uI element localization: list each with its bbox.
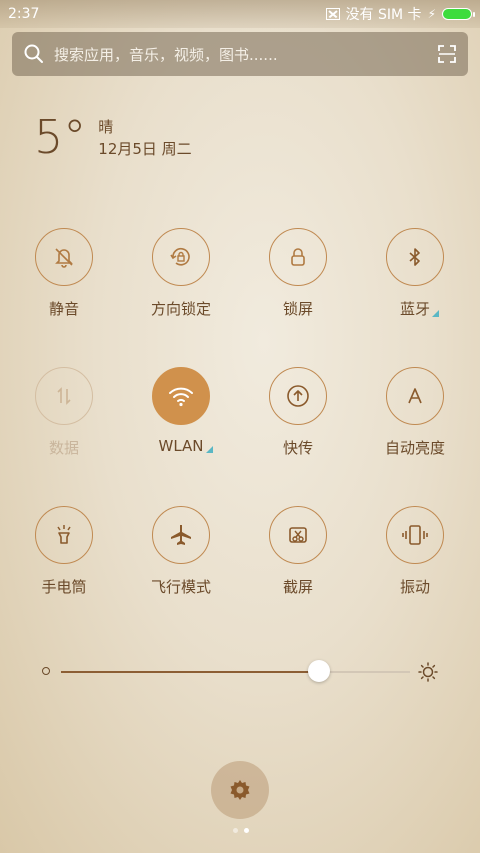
toggle-auto-brightness[interactable]: 自动亮度 (355, 367, 475, 458)
toggle-mute-button[interactable] (35, 228, 93, 286)
toggle-mobile-data-label: 数据 (48, 439, 79, 457)
toggle-quick-transfer-button[interactable] (269, 367, 327, 425)
toggle-mute-label: 静音 (48, 300, 79, 318)
temperature: 5° (34, 110, 87, 164)
toggle-lock-screen[interactable]: 锁屏 (238, 228, 358, 319)
scan-icon[interactable] (438, 45, 456, 63)
toggle-flashlight-button[interactable] (35, 506, 93, 564)
toggle-vibrate[interactable]: 振动 (355, 506, 475, 597)
toggle-screenshot[interactable]: 截屏 (238, 506, 358, 597)
brightness-track-fill (61, 671, 319, 673)
toggle-lock-screen-button[interactable] (269, 228, 327, 286)
no-sim-icon (325, 8, 340, 20)
mobile-data-icon (57, 387, 71, 405)
brightness-slider-handle[interactable] (308, 660, 330, 682)
page-indicator (233, 828, 249, 833)
auto-brightness-icon (408, 388, 422, 404)
toggle-rotation-lock-button[interactable] (152, 228, 210, 286)
toggle-mobile-data-button[interactable] (35, 367, 93, 425)
toggle-vibrate-button[interactable] (386, 506, 444, 564)
toggle-wlan-label: WLAN (158, 437, 213, 455)
battery-icon (442, 8, 475, 20)
page-dot (233, 828, 238, 833)
status-icons: 没有 SIM 卡 ⚡ (325, 4, 475, 24)
lock-icon (291, 248, 305, 266)
gear-icon (230, 780, 250, 800)
bluetooth-label-text: 蓝牙 (399, 300, 430, 318)
toggle-airplane-mode-button[interactable] (152, 506, 210, 564)
search-input[interactable]: 搜索应用，音乐，视频，图书...... (54, 44, 438, 65)
rotation-lock-icon (170, 247, 190, 266)
toggle-bluetooth[interactable]: 蓝牙 (355, 228, 475, 319)
weather-condition: 晴 (98, 118, 114, 136)
toggle-mobile-data[interactable]: 数据 (4, 367, 124, 458)
search-bar[interactable]: 搜索应用，音乐，视频，图书...... (12, 32, 468, 76)
search-icon (24, 44, 43, 63)
wifi-icon (169, 387, 193, 407)
weather-date: 12月5日 周二 (98, 140, 192, 158)
toggle-screenshot-label: 截屏 (282, 578, 313, 596)
sim-status-text: 没有 SIM 卡 (345, 7, 422, 23)
toggle-rotation-lock-label: 方向锁定 (150, 300, 211, 318)
flashlight-icon (57, 525, 71, 544)
expand-marker-icon (432, 310, 439, 317)
weather-widget[interactable]: 5° 晴 12月5日 周二 (34, 112, 192, 162)
status-time: 2:37 (8, 6, 40, 22)
expand-marker-icon (205, 446, 213, 453)
toggle-flashlight-label: 手电筒 (41, 578, 87, 596)
settings-button[interactable] (211, 761, 269, 819)
brightness-slider[interactable] (40, 660, 450, 684)
screenshot-icon (289, 527, 307, 543)
vibrate-icon (402, 525, 428, 545)
wlan-label-text: WLAN (158, 437, 204, 455)
toggle-wlan[interactable]: WLAN (121, 367, 241, 455)
status-bar: 2:37 没有 SIM 卡 ⚡ (0, 0, 480, 28)
charging-icon: ⚡ (427, 7, 436, 21)
toggle-quick-transfer[interactable]: 快传 (238, 367, 358, 458)
airplane-icon (171, 525, 191, 545)
toggle-auto-brightness-button[interactable] (386, 367, 444, 425)
toggle-lock-screen-label: 锁屏 (282, 300, 313, 318)
bluetooth-icon (409, 248, 420, 266)
toggle-quick-transfer-label: 快传 (282, 439, 313, 457)
toggle-airplane-mode[interactable]: 飞行模式 (121, 506, 241, 597)
toggle-auto-brightness-label: 自动亮度 (384, 439, 445, 457)
toggle-flashlight[interactable]: 手电筒 (4, 506, 124, 597)
toggle-bluetooth-label: 蓝牙 (399, 298, 439, 319)
toggle-airplane-mode-label: 飞行模式 (150, 578, 211, 596)
toggle-bluetooth-button[interactable] (386, 228, 444, 286)
page-dot-current (244, 828, 249, 833)
brightness-high-icon (418, 662, 438, 682)
upload-icon (287, 385, 309, 407)
toggle-wlan-button[interactable] (152, 367, 210, 425)
toggle-mute[interactable]: 静音 (4, 228, 124, 319)
toggle-screenshot-button[interactable] (269, 506, 327, 564)
brightness-low-icon (42, 667, 50, 675)
toggle-rotation-lock[interactable]: 方向锁定 (121, 228, 241, 319)
bell-off-icon (55, 248, 73, 268)
toggle-vibrate-label: 振动 (399, 578, 430, 596)
